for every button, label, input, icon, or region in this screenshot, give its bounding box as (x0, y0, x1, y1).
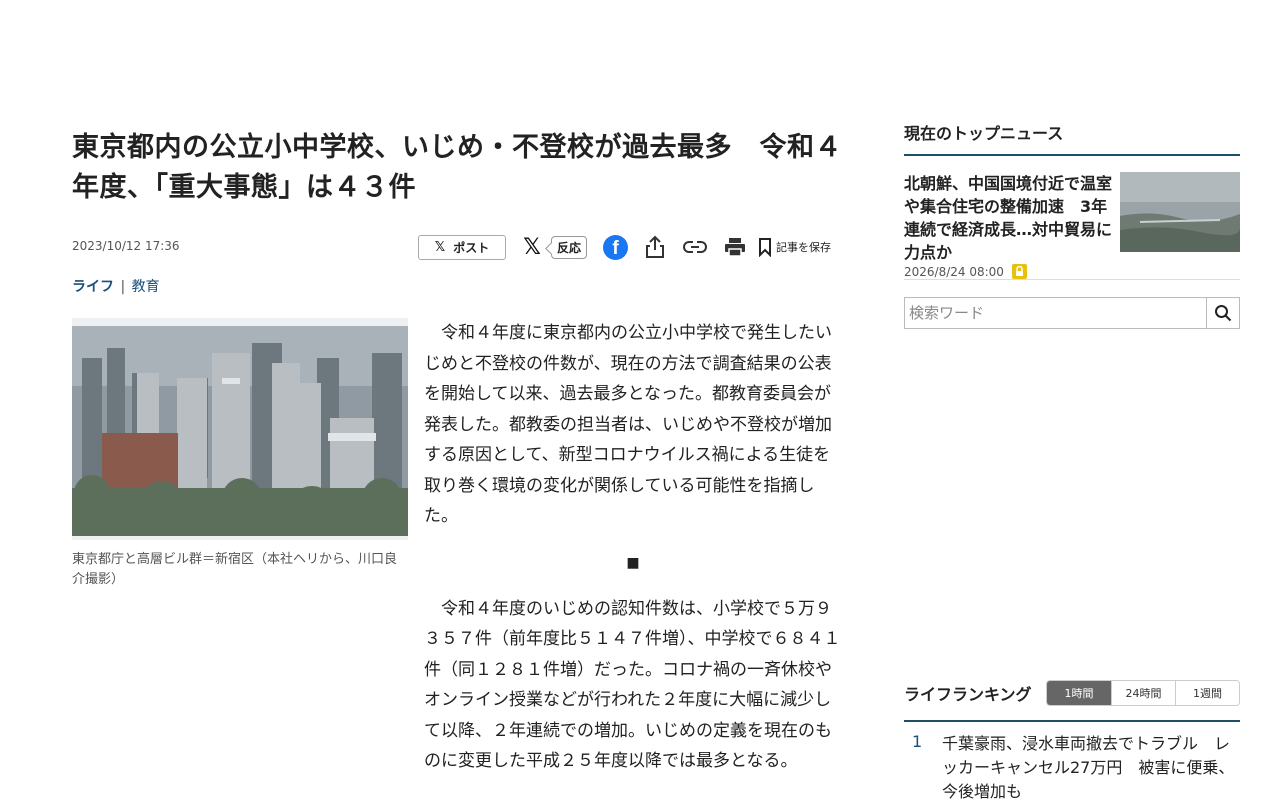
article-paragraph-1: 令和４年度に東京都内の公立小中学校で発生したいじめと不登校の件数が、現在の方法で… (424, 323, 832, 526)
tab-24-hours[interactable]: 24時間 (1111, 681, 1175, 705)
copy-link-icon[interactable] (682, 234, 708, 260)
ranking-item[interactable]: 1 千葉豪雨、浸水車両撤去でトラブル レッカーキャンセル27万円 被害に便乗、今… (904, 732, 1240, 800)
life-ranking: ライフランキング 1時間 24時間 1週間 1 千葉豪雨、浸水車両撤去でトラブル… (904, 680, 1240, 800)
reactions-bubble: 反応 (551, 235, 588, 259)
share-toolbar: 𝕏 ポスト 𝕏 反応 f 記事を保存 (418, 230, 831, 264)
photo-caption: 東京都庁と高層ビル群＝新宿区（本社ヘリから、川口良介撮影） (72, 552, 398, 587)
article: 東京都内の公立小中学校、いじめ・不登校が過去最多 令和４年度、「重大事態」は４３… (72, 128, 842, 771)
bookmark-icon (759, 237, 772, 257)
top-news-title: 現在のトップニュース (904, 120, 1240, 156)
category-breadcrumb: ライフ | 教育 (72, 276, 842, 296)
ranking-number: 1 (912, 732, 923, 751)
article-photo[interactable] (72, 318, 408, 540)
save-article-label: 記事を保存 (776, 241, 832, 254)
ranking-headline[interactable]: 千葉豪雨、浸水車両撤去でトラブル レッカーキャンセル27万円 被害に便乗、今後増… (942, 732, 1240, 800)
ranking-title: ライフランキング (904, 685, 1032, 704)
x-post-button[interactable]: 𝕏 ポスト (418, 234, 506, 260)
tab-1-hour[interactable]: 1時間 (1047, 681, 1111, 705)
article-headline: 東京都内の公立小中学校、いじめ・不登校が過去最多 令和４年度、「重大事態」は４３… (72, 132, 842, 203)
category-separator: | (120, 279, 126, 295)
x-logo-icon: 𝕏 (523, 234, 541, 260)
search-input[interactable] (904, 297, 1206, 329)
x-logo-icon: 𝕏 (434, 239, 446, 255)
ranking-header: ライフランキング 1時間 24時間 1週間 (904, 680, 1240, 706)
print-icon[interactable] (722, 234, 748, 260)
search-button[interactable] (1206, 297, 1240, 329)
top-news-headline[interactable]: 北朝鮮、中国国境付近で温室や集合住宅の整備加速 3年連続で経済成長…対中貿易に力… (904, 172, 1114, 264)
category-life-link[interactable]: ライフ (72, 279, 114, 295)
article-paragraph-2: 令和４年度のいじめの認知件数は、小学校で５万９３５７件（前年度比５１４７件増）、… (424, 598, 841, 772)
top-news-thumbnail[interactable] (1120, 172, 1240, 252)
section-divider: ■ (626, 554, 640, 571)
tab-1-week[interactable]: 1週間 (1175, 681, 1239, 705)
save-article-button[interactable]: 記事を保存 (758, 237, 832, 257)
search-icon (1215, 305, 1232, 322)
top-news-item[interactable]: 北朝鮮、中国国境付近で温室や集合住宅の整備加速 3年連続で経済成長…対中貿易に力… (904, 156, 1240, 280)
ranking-divider (904, 720, 1240, 722)
publish-date: 2023/10/12 17:36 (72, 239, 180, 253)
search-form (904, 297, 1240, 329)
facebook-icon[interactable]: f (603, 234, 629, 260)
x-reactions-button[interactable]: 𝕏 反応 (521, 234, 588, 260)
x-post-label: ポスト (453, 240, 490, 255)
article-meta: 2023/10/12 17:36 𝕏 ポスト 𝕏 反応 f 記事を保存 (72, 230, 842, 264)
sidebar: 現在のトップニュース 北朝鮮、中国国境付近で温室や集合住宅の整備加速 3年連続で… (904, 120, 1240, 329)
article-text: 令和４年度に東京都内の公立小中学校で発生したいじめと不登校の件数が、現在の方法で… (424, 318, 842, 777)
lock-icon (1011, 264, 1027, 279)
top-news-date-row: 2026/8/24 08:00 (904, 264, 1027, 279)
top-news-date: 2026/8/24 08:00 (904, 264, 1004, 279)
category-education-link[interactable]: 教育 (132, 279, 160, 295)
share-icon[interactable] (642, 234, 668, 260)
ranking-tabs: 1時間 24時間 1週間 (1046, 680, 1240, 706)
